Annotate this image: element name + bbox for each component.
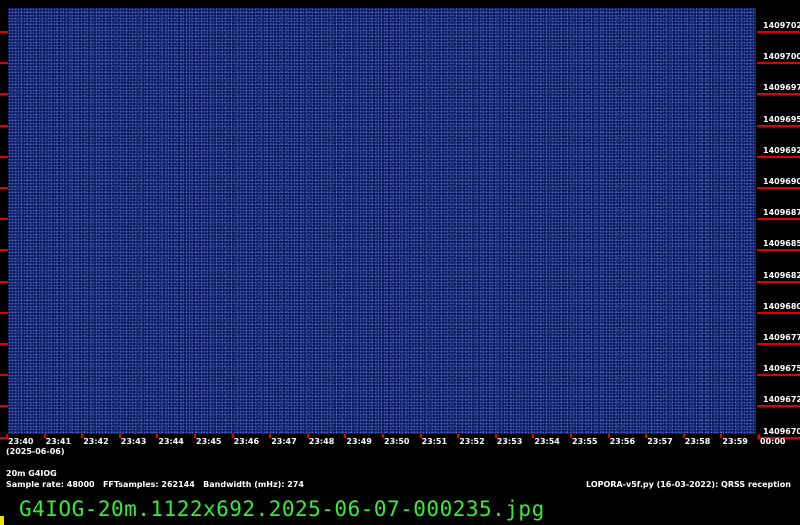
station-label: 20m G4IOG xyxy=(6,469,57,478)
frequency-tick xyxy=(757,311,800,314)
left-tick xyxy=(0,343,8,345)
time-label: 23:43 xyxy=(120,437,147,446)
time-label: 23:45 xyxy=(196,437,222,446)
sample-rate-label: Sample rate: 48000 xyxy=(6,480,95,489)
frequency-label: 14096750 xyxy=(763,364,800,374)
frequency-label: 14097025 xyxy=(763,21,800,30)
left-tick xyxy=(0,155,8,158)
frequency-tick xyxy=(757,62,800,65)
frequency-tick xyxy=(757,155,800,158)
frequency-label: 14096875 xyxy=(763,208,800,218)
time-label: 23:44 xyxy=(158,437,184,446)
frequency-label: 14096850 xyxy=(763,239,800,249)
left-tick xyxy=(0,31,8,33)
frequency-tick xyxy=(757,31,800,33)
frequency-tick xyxy=(757,124,800,127)
frequency-tick xyxy=(757,218,800,221)
time-label: 23:42 xyxy=(83,437,109,446)
frequency-tick xyxy=(757,374,800,377)
time-label: 23:41 xyxy=(45,437,72,446)
time-label: 23:59 xyxy=(722,437,748,446)
frequency-label: 14096700 xyxy=(763,426,800,436)
frequency-tick xyxy=(757,405,800,408)
time-label: 23:56 xyxy=(609,437,636,446)
frequency-tick xyxy=(757,343,800,345)
frequency-tick xyxy=(757,93,800,96)
left-tick xyxy=(0,62,8,65)
left-tick xyxy=(0,218,8,221)
left-tick xyxy=(0,311,8,314)
left-tick xyxy=(0,187,8,189)
capture-parameters: Sample rate: 48000 FFTsamples: 262144 Ba… xyxy=(6,480,304,490)
frequency-label: 14096775 xyxy=(763,333,800,342)
time-label: 23:40 xyxy=(8,437,34,446)
left-tick xyxy=(0,280,8,283)
time-label: 23:53 xyxy=(496,437,523,446)
frequency-tick xyxy=(757,249,800,252)
frequency-label: 14097000 xyxy=(763,52,800,62)
bandwidth-label: Bandwidth (mHz): 274 xyxy=(203,480,304,489)
time-label: 23:48 xyxy=(308,437,335,446)
date-label: (2025-06-06) xyxy=(6,447,65,456)
frequency-label: 14096950 xyxy=(763,114,800,124)
left-tick xyxy=(0,124,8,127)
time-label: 23:46 xyxy=(233,437,260,446)
frequency-label: 14096925 xyxy=(763,145,800,155)
time-label: 23:58 xyxy=(684,437,711,446)
time-label: 23:52 xyxy=(459,437,485,446)
frequency-label: 14096725 xyxy=(763,395,800,405)
frequency-label: 14096975 xyxy=(763,83,800,93)
frequency-tick xyxy=(757,187,800,189)
time-label: 23:54 xyxy=(534,437,560,446)
left-tick xyxy=(0,405,8,408)
spectrogram-waterfall xyxy=(8,8,756,434)
frequency-label: 14096900 xyxy=(763,177,800,186)
frequency-tick xyxy=(757,280,800,283)
fft-samples-label: FFTsamples: 262144 xyxy=(102,480,195,489)
frequency-label: 14096825 xyxy=(763,270,800,280)
time-label: 23:57 xyxy=(647,437,673,446)
time-label: 00:00 xyxy=(760,437,786,446)
left-tick xyxy=(0,93,8,96)
time-label: 23:51 xyxy=(421,437,448,446)
left-tick xyxy=(0,249,8,252)
frequency-label: 14096800 xyxy=(763,301,800,311)
time-label: 23:49 xyxy=(346,437,372,446)
left-tick xyxy=(0,374,8,377)
filename-caption: G4IOG-20m.1122x692.2025-06-07-000235.jpg xyxy=(19,497,545,521)
time-label: 23:55 xyxy=(572,437,598,446)
software-label: LOPORA-v5f.py (16-03-2022): QRSS recepti… xyxy=(586,480,791,489)
time-label: 23:50 xyxy=(384,437,410,446)
time-label: 23:47 xyxy=(271,437,297,446)
cursor-marker xyxy=(0,516,4,525)
